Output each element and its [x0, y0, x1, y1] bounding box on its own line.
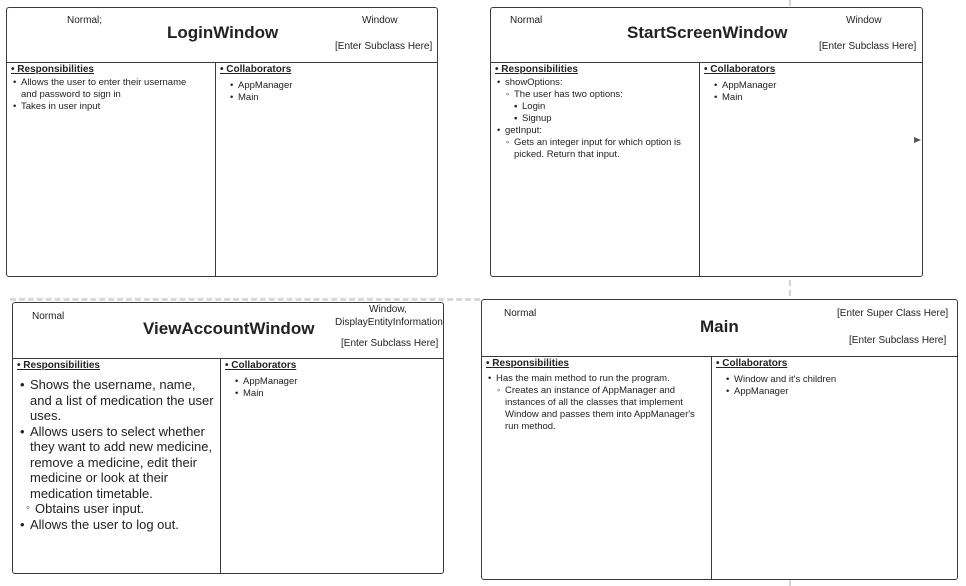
- responsibilities-cell: • Responsibilities showOptions:The user …: [495, 64, 697, 161]
- collaborators-list: AppManagerMain: [225, 376, 435, 400]
- responsibilities-heading: • Responsibilities: [495, 64, 578, 75]
- collaborators-cell: • Collaborators AppManagerMain: [704, 64, 914, 104]
- collaborator-item: Main: [704, 92, 914, 104]
- responsibility-item: getInput:: [495, 125, 697, 137]
- responsibility-item: Shows the username, name, and a list of …: [17, 377, 217, 424]
- responsibility-item: showOptions:: [495, 77, 697, 89]
- responsibilities-heading: • Responsibilities: [17, 360, 100, 371]
- collaborator-item: AppManager: [220, 80, 430, 92]
- collaborators-list: AppManagerMain: [704, 80, 914, 104]
- class-title: Main: [700, 317, 739, 336]
- collaborators-heading: • Collaborators: [716, 358, 788, 369]
- collaborators-heading: • Collaborators: [704, 64, 776, 75]
- card-header: Normal Window, DisplayEntityInformation …: [13, 303, 443, 359]
- card-login-window[interactable]: Normal; Window LoginWindow [Enter Subcla…: [6, 7, 438, 277]
- collaborators-list: AppManagerMain: [220, 80, 430, 104]
- collaborators-cell: • Collaborators AppManagerMain: [220, 64, 430, 104]
- responsibility-item: and password to sign in: [21, 89, 121, 100]
- class-title: StartScreenWindow: [627, 23, 788, 42]
- responsibility-item: Has the main method to run the program.: [486, 373, 708, 385]
- collaborators-list: Window and it's childrenAppManager: [716, 374, 951, 398]
- responsibility-item: Allows the user to log out.: [17, 517, 217, 533]
- responsibilities-heading: • Responsibilities: [486, 358, 569, 369]
- responsibility-item: Gets an integer input for which option i…: [495, 137, 697, 161]
- subclass-label: [Enter Subclass Here]: [335, 41, 433, 52]
- responsibilities-cell: • Responsibilities Allows the user to en…: [11, 64, 211, 113]
- canvas-guide-horizontal: [10, 298, 480, 301]
- responsibilities-list: Shows the username, name, and a list of …: [17, 377, 217, 532]
- card-view-account-window[interactable]: Normal Window, DisplayEntityInformation …: [12, 302, 444, 574]
- responsibilities-cell: • Responsibilities Shows the username, n…: [17, 360, 217, 532]
- collaborator-item: Main: [225, 388, 435, 400]
- collaborators-heading: • Collaborators: [225, 360, 297, 371]
- card-header: Normal Window StartScreenWindow [Enter S…: [491, 8, 922, 63]
- superclass-label-2: DisplayEntityInformation: [335, 317, 443, 328]
- card-header: Normal; Window LoginWindow [Enter Subcla…: [7, 8, 437, 63]
- collaborator-item: Main: [220, 92, 430, 104]
- responsibility-item: Creates an instance of AppManager and in…: [486, 385, 708, 433]
- column-divider: [711, 356, 712, 579]
- class-title: ViewAccountWindow: [143, 319, 315, 338]
- responsibility-item: Obtains user input.: [17, 501, 217, 517]
- responsibility-item: Login: [495, 101, 697, 113]
- class-title: LoginWindow: [167, 23, 279, 42]
- responsibility-item: Signup: [495, 113, 697, 125]
- responsibilities-cell: • Responsibilities Has the main method t…: [486, 358, 708, 433]
- subclass-label: [Enter Subclass Here]: [341, 338, 439, 349]
- responsibility-item: Allows users to select whether they want…: [17, 424, 217, 502]
- column-divider: [220, 358, 221, 573]
- collaborator-item: AppManager: [704, 80, 914, 92]
- superclass-label: [Enter Super Class Here]: [837, 308, 949, 319]
- column-divider: [215, 62, 216, 276]
- responsibilities-list: Has the main method to run the program.C…: [486, 373, 708, 433]
- connector-arrow-icon: [914, 137, 921, 143]
- stereotype-label: Normal: [504, 308, 537, 319]
- stereotype-label: Normal: [32, 311, 65, 322]
- column-divider: [699, 62, 700, 276]
- stereotype-label: Normal: [510, 15, 543, 26]
- collaborator-item: AppManager: [225, 376, 435, 388]
- responsibilities-list: showOptions:The user has two options:Log…: [495, 77, 697, 161]
- superclass-label: Window: [362, 15, 398, 26]
- card-header: Normal [Enter Super Class Here] Main [En…: [482, 300, 957, 357]
- stereotype-label: Normal;: [67, 15, 103, 26]
- collaborators-cell: • Collaborators Window and it's children…: [716, 358, 951, 398]
- collaborator-item: AppManager: [716, 386, 951, 398]
- responsibility-item: The user has two options:: [495, 89, 697, 101]
- card-start-screen-window[interactable]: Normal Window StartScreenWindow [Enter S…: [490, 7, 923, 277]
- responsibilities-heading: • Responsibilities: [11, 64, 94, 75]
- subclass-label: [Enter Subclass Here]: [849, 335, 947, 346]
- collaborator-item: Window and it's children: [716, 374, 951, 386]
- subclass-label: [Enter Subclass Here]: [819, 41, 917, 52]
- superclass-label: Window,: [369, 304, 407, 315]
- superclass-label: Window: [846, 15, 882, 26]
- responsibility-item: Allows the user to enter their username: [11, 77, 211, 89]
- collaborators-heading: • Collaborators: [220, 64, 292, 75]
- responsibilities-list: Allows the user to enter their usernamea…: [11, 77, 211, 113]
- card-main[interactable]: Normal [Enter Super Class Here] Main [En…: [481, 299, 958, 580]
- collaborators-cell: • Collaborators AppManagerMain: [225, 360, 435, 400]
- responsibility-item: Takes in user input: [11, 101, 211, 113]
